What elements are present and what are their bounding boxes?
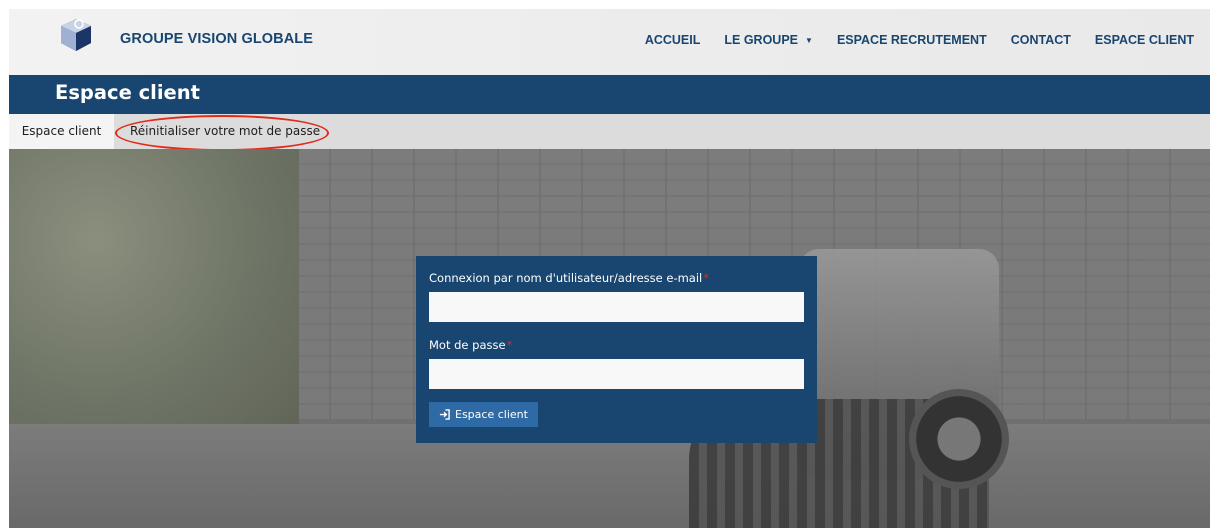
- login-button-label: Espace client: [455, 408, 528, 421]
- nav-item-le-groupe[interactable]: LE GROUPE ▼: [712, 33, 825, 47]
- required-mark: *: [506, 338, 513, 352]
- main-nav: ACCUEIL LE GROUPE ▼ ESPACE RECRUTEMENT C…: [633, 33, 1194, 47]
- robot-wheel: [909, 389, 1009, 489]
- cube-logo-icon[interactable]: [55, 13, 97, 55]
- nav-item-espace-recrutement[interactable]: ESPACE RECRUTEMENT: [825, 33, 999, 47]
- tab-espace-client[interactable]: Espace client: [9, 114, 114, 149]
- nav-item-contact[interactable]: CONTACT: [999, 33, 1083, 47]
- required-mark: *: [703, 271, 709, 285]
- login-button[interactable]: Espace client: [429, 402, 538, 427]
- nav-item-label: ESPACE CLIENT: [1094, 33, 1194, 47]
- page-frame: GROUPE VISION GLOBALE ACCUEIL LE GROUPE …: [9, 9, 1210, 528]
- nav-item-label: CONTACT: [1010, 33, 1071, 47]
- username-input[interactable]: [429, 292, 804, 322]
- nav-item-label: ESPACE RECRUTEMENT: [836, 33, 987, 47]
- login-panel: Connexion par nom d'utilisateur/adresse …: [416, 256, 817, 443]
- password-label-text: Mot de passe: [429, 338, 506, 352]
- caret-down-icon: ▼: [805, 35, 813, 45]
- brand-name[interactable]: GROUPE VISION GLOBALE: [120, 31, 313, 47]
- password-input[interactable]: [429, 359, 804, 389]
- page-title: Espace client: [55, 81, 200, 104]
- title-bar: Espace client: [9, 75, 1210, 114]
- tab-reset-password[interactable]: Réinitialiser votre mot de passe: [130, 114, 320, 149]
- nav-item-label: LE GROUPE: [724, 33, 799, 47]
- hedge: [9, 149, 299, 449]
- nav-item-label: ACCUEIL: [644, 33, 701, 47]
- nav-item-accueil[interactable]: ACCUEIL: [633, 33, 713, 47]
- breadcrumb-tabs: Espace client Réinitialiser votre mot de…: [9, 114, 1210, 149]
- username-label-text: Connexion par nom d'utilisateur/adresse …: [429, 271, 703, 285]
- sign-in-icon: [439, 409, 450, 420]
- site-header: GROUPE VISION GLOBALE ACCUEIL LE GROUPE …: [9, 9, 1210, 75]
- username-label: Connexion par nom d'utilisateur/adresse …: [429, 271, 709, 285]
- nav-item-espace-client[interactable]: ESPACE CLIENT: [1083, 33, 1194, 47]
- password-label: Mot de passe*: [429, 338, 512, 352]
